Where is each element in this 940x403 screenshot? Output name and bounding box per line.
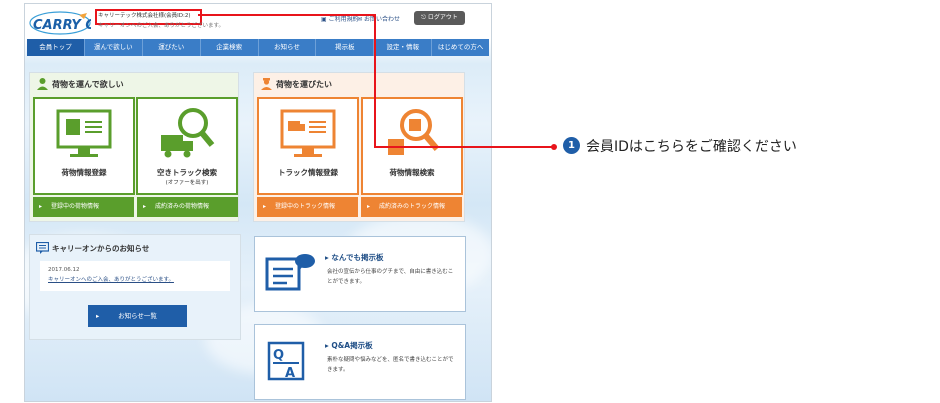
nav-item-want-carry[interactable]: 運びたい — [143, 39, 201, 56]
contracted-truck-button[interactable]: 成約済みのトラック情報 — [361, 197, 462, 217]
carrier-panel-title: 荷物を運びたい — [276, 80, 332, 89]
logout-icon: ⎋ — [421, 14, 426, 21]
registered-truck-button[interactable]: 登録中のトラック情報 — [257, 197, 358, 217]
callout-line-horizontal — [374, 146, 554, 148]
callout-text: 会員IDはこちらをご確認ください — [586, 139, 797, 155]
doc-icon: ▣ — [321, 16, 327, 23]
nav-item-member-top[interactable]: 会員トップ — [27, 39, 85, 56]
shipper-panel-title: 荷物を運んで欲しい — [52, 80, 124, 89]
registered-cargo-button[interactable]: 登録中の荷物情報 — [33, 197, 134, 217]
qa-board-title: ▸ Q&A掲示板 — [325, 341, 373, 350]
mail-icon: ✉ — [357, 16, 363, 23]
general-board-card[interactable]: ▸ なんでも掲示板 会社の宣伝から仕事のグチまで、自由に書き込むことができます。 — [254, 236, 466, 312]
truck-register-card[interactable]: トラック情報登録 — [257, 97, 359, 195]
nav-item-board[interactable]: 掲示板 — [316, 39, 375, 56]
account-name: キャリーテック株式会社様(会員ID:2) — [98, 13, 191, 19]
carryon-logo[interactable]: CARRY ON! — [29, 9, 91, 35]
news-list-button[interactable]: ▸ お知らせ一覧 — [88, 305, 187, 327]
callout-line-vertical — [374, 14, 376, 147]
truck-search-icon — [161, 108, 215, 158]
qa-board-desc: 素朴な疑問や悩みなどを、匿名で書き込むことができます。 — [327, 357, 454, 373]
truck-register-label: トラック情報登録 — [278, 168, 338, 177]
callout-line-horizontal-top — [198, 14, 376, 16]
main-nav: 会員トップ 運んで欲しい 運びたい 企業検索 お知らせ 掲示板 設定・情報 はじ… — [27, 39, 489, 56]
news-list: 2017.06.12 キャリーオンへのご入会、ありがとうございます。 — [40, 261, 230, 291]
nav-item-settings[interactable]: 設定・情報 — [374, 39, 433, 56]
shipper-panel: 荷物を運んで欲しい 荷物情報登録 空きトラック検索 (オファーを出す) ▸ 登録… — [29, 72, 239, 222]
nav-item-company-search[interactable]: 企業検索 — [201, 39, 259, 56]
monitor-cargo-icon — [56, 109, 112, 157]
monitor-truck-icon — [280, 109, 336, 157]
welcome-text: キャリーオンへのご入会、ありがとうございます。 — [98, 23, 224, 29]
arrow-right-icon: ▸ — [96, 312, 100, 320]
truck-search-sub: (オファーを出す) — [165, 180, 209, 186]
nav-item-beginners[interactable]: はじめての方へ — [432, 39, 489, 56]
chat-board-icon — [265, 254, 315, 291]
svg-text:A: A — [285, 366, 295, 381]
cargo-register-card[interactable]: 荷物情報登録 — [33, 97, 135, 195]
nav-item-want-shipped[interactable]: 運んで欲しい — [85, 39, 143, 56]
qa-board-card[interactable]: Q A ▸ Q&A掲示板 素朴な疑問や悩みなどを、匿名で書き込むことができます。 — [254, 324, 466, 400]
qa-icon: Q A — [267, 341, 305, 381]
person-icon — [37, 78, 48, 90]
cargo-search-icon — [388, 109, 440, 155]
svg-text:Q: Q — [273, 348, 284, 363]
callout-dot — [551, 144, 557, 150]
logo-text: CARRY ON! — [33, 18, 91, 33]
driver-icon — [261, 78, 272, 90]
truck-search-card[interactable]: 空きトラック検索 (オファーを出す) — [136, 97, 238, 195]
general-board-desc: 会社の宣伝から仕事のグチまで、自由に書き込むことができます。 — [327, 269, 454, 285]
cargo-register-label: 荷物情報登録 — [61, 168, 107, 177]
screenshot-frame: CARRY ON! キャリーテック株式会社様(会員ID:2) キャリーオンへのご… — [24, 3, 492, 402]
truck-search-label: 空きトラック検索 — [157, 168, 217, 177]
nav-item-news[interactable]: お知らせ — [259, 39, 317, 56]
notice-icon — [36, 242, 49, 254]
news-date: 2017.06.12 — [48, 267, 80, 273]
logout-button[interactable]: ⎋ ログアウト — [414, 11, 465, 25]
news-section: キャリーオンからのお知らせ 2017.06.12 キャリーオンへのご入会、ありが… — [29, 234, 241, 340]
callout-number-badge: 1 — [563, 137, 580, 154]
general-board-title: ▸ なんでも掲示板 — [325, 253, 384, 262]
news-headline-link[interactable]: キャリーオンへのご入会、ありがとうございます。 — [48, 275, 174, 283]
cargo-search-label: 荷物情報検索 — [389, 168, 435, 177]
news-title: キャリーオンからのお知らせ — [52, 244, 150, 253]
contracted-cargo-button[interactable]: 成約済みの荷物情報 — [137, 197, 238, 217]
